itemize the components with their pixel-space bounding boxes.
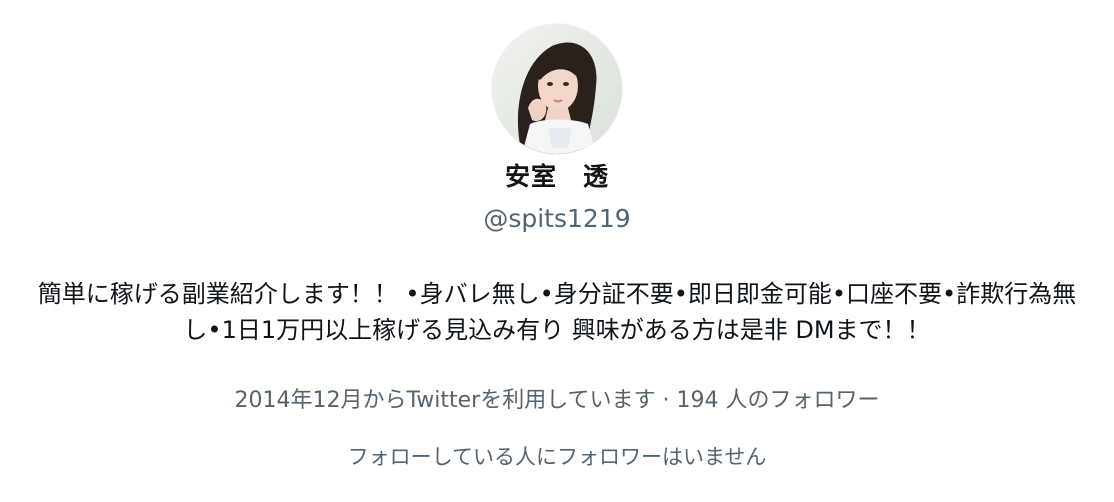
follower-relation-note: フォローしている人にフォロワーはいません: [347, 445, 767, 469]
avatar-image: [492, 24, 622, 154]
profile-bio: 簡単に稼げる副業紹介します！！ •身バレ無し•身分証不要•即日即金可能•口座不要…: [37, 280, 1077, 344]
display-name: 安室 透: [504, 162, 609, 191]
username-handle[interactable]: @spits1219: [483, 204, 630, 234]
avatar[interactable]: [492, 24, 622, 154]
account-meta: 2014年12月からTwitterを利用しています · 194 人のフォロワー: [234, 388, 880, 413]
profile-card: 安室 透 @spits1219 簡単に稼げる副業紹介します！！ •身バレ無し•身…: [0, 0, 1114, 502]
